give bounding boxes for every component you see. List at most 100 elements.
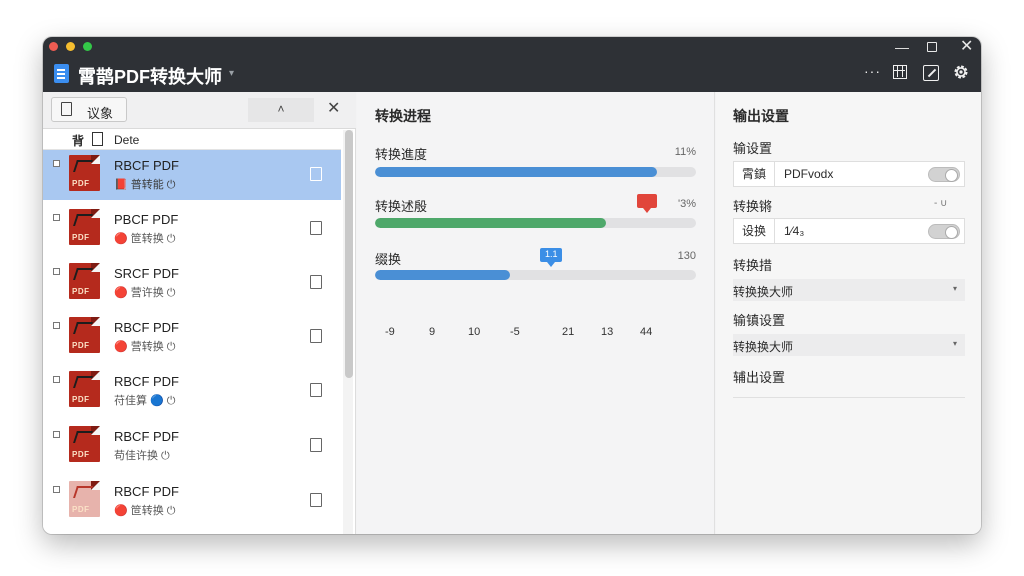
row-checkbox[interactable]: [53, 431, 60, 438]
pdf-glyph: [73, 268, 93, 280]
grid-icon[interactable]: [893, 65, 907, 79]
tick-label: -5: [510, 326, 520, 338]
progress-label-2: 转换述殷: [375, 199, 428, 214]
file-status: 🔴 笸转换 ⏻: [114, 505, 176, 517]
more-icon[interactable]: ···: [864, 63, 881, 79]
file-name: RBCF PDF: [114, 320, 179, 335]
convert-method-select[interactable]: 转换换大师 ▾: [733, 279, 965, 301]
convert-section-aux: - ∪: [934, 198, 948, 209]
document-icon[interactable]: [310, 329, 322, 343]
tick-label: 44: [640, 326, 653, 338]
file-list-item[interactable]: PDF SRCF PDF 🔴 营许换 ⏻: [43, 258, 341, 308]
format-field-value[interactable]: PDFvodx: [784, 167, 833, 181]
list-column-header: 背 Dete: [43, 129, 341, 150]
row-checkbox[interactable]: [53, 268, 60, 275]
convert-method-label: 转换措: [733, 258, 773, 273]
progress-track-1: [375, 167, 696, 177]
edit-settings-label: 输镇设置: [733, 313, 786, 328]
tick-label: 9: [429, 326, 436, 338]
output-settings-title: 输出设置: [733, 108, 789, 124]
file-status: 苟佳许换 ⏻: [114, 450, 170, 462]
clear-list-button[interactable]: ✕: [327, 98, 340, 118]
file-list-toolbar: 议象 ˄ ✕: [43, 92, 356, 129]
close-button[interactable]: ✕: [960, 39, 973, 55]
row-checkbox[interactable]: [53, 214, 60, 221]
scroll-thumb[interactable]: [345, 130, 353, 378]
file-name: SRCF PDF: [114, 266, 179, 281]
row-checkbox[interactable]: [53, 486, 60, 493]
document-app-icon: [54, 64, 69, 83]
convert-section-label: 转换锵: [733, 199, 773, 214]
file-list-item[interactable]: PDF RBCF PDF 📕 普转能 ⏻: [43, 150, 341, 200]
pdf-glyph: [73, 486, 93, 498]
row-checkbox[interactable]: [53, 376, 60, 383]
pdf-file-icon: PDF: [69, 209, 100, 245]
minimize-button[interactable]: —: [895, 40, 909, 54]
flag-marker-icon: [637, 194, 657, 213]
list-scrollbar[interactable]: [343, 130, 353, 534]
chevron-down-icon: ▾: [952, 284, 957, 293]
file-list-item[interactable]: PDF RBCF PDF 苻佳算 🔵 ⏻: [43, 366, 341, 416]
progress-section-title: 转换进程: [375, 108, 431, 124]
minimize-window-dot[interactable]: [66, 42, 75, 51]
pdf-file-icon: PDF: [69, 155, 100, 191]
objects-button[interactable]: 议象: [51, 97, 127, 122]
edit-settings-value: 转换换大师: [733, 340, 794, 354]
document-icon[interactable]: [310, 167, 322, 181]
column-header-date[interactable]: Dete: [114, 133, 139, 147]
file-list-item[interactable]: PDF RBCF PDF 苟佳许换 ⏻: [43, 421, 341, 471]
row-checkbox[interactable]: [53, 322, 60, 329]
file-status: 🔴 营转换 ⏻: [114, 341, 176, 353]
output-settings-link[interactable]: 辅出设置: [733, 367, 785, 386]
document-icon: [92, 132, 103, 146]
file-name: RBCF PDF: [114, 158, 179, 173]
chevron-down-icon: ▾: [952, 339, 957, 348]
pdf-glyph: [73, 431, 93, 443]
file-name: RBCF PDF: [114, 484, 179, 499]
pdf-icon-label: PDF: [72, 233, 90, 242]
file-list-item[interactable]: PDF RBCF PDF 🔴 营转换 ⏻: [43, 312, 341, 362]
progress-track-3[interactable]: [375, 270, 696, 280]
file-list-pane: 议象 ˄ ✕ 背 Dete PDF RBCF PDF 📕 普转能 ⏻ PDF PBCF …: [43, 92, 356, 534]
document-icon[interactable]: [310, 438, 322, 452]
file-status: 🔴 笸转换 ⏻: [114, 233, 176, 245]
convert-method-value: 转换换大师: [733, 285, 794, 299]
title-bar: 霄鹊PDF转换大师 ▾ — ✕ ···: [43, 37, 981, 92]
format-field[interactable]: 霄鎮 PDFvodx: [733, 161, 965, 187]
pdf-icon-label: PDF: [72, 179, 90, 188]
close-window-dot[interactable]: [49, 42, 58, 51]
sort-up-button[interactable]: ˄: [248, 98, 314, 122]
zoom-window-dot[interactable]: [83, 42, 92, 51]
document-icon: [61, 102, 72, 116]
maximize-button[interactable]: [927, 42, 937, 52]
edit-settings-select[interactable]: 转换换大师 ▾: [733, 334, 965, 356]
objects-button-label: 议象: [87, 106, 114, 121]
pdf-glyph: [73, 160, 93, 172]
pdf-icon-label: PDF: [72, 341, 90, 350]
document-icon[interactable]: [310, 275, 322, 289]
chevron-down-icon[interactable]: ▾: [229, 68, 234, 79]
edit-icon[interactable]: [923, 65, 939, 81]
pdf-file-icon: PDF: [69, 371, 100, 407]
ratio-field[interactable]: 设换 1⁄4₃: [733, 218, 965, 244]
document-icon[interactable]: [310, 493, 322, 507]
gear-icon[interactable]: [952, 63, 970, 81]
file-list-item[interactable]: PDF PBCF PDF 🔴 笸转换 ⏻: [43, 204, 341, 254]
ratio-field-value[interactable]: 1⁄4₃: [784, 224, 804, 238]
ratio-toggle[interactable]: [928, 224, 960, 239]
progress-fill-2: [375, 218, 607, 228]
file-list-item[interactable]: PDF RBCF PDF 🔴 笸转换 ⏻: [43, 476, 341, 526]
document-icon[interactable]: [310, 383, 322, 397]
app-title: 霄鹊PDF转换大师: [78, 67, 222, 87]
format-toggle[interactable]: [928, 167, 960, 182]
row-checkbox[interactable]: [53, 160, 60, 167]
progress-label-3: 缀换: [375, 252, 402, 267]
ratio-field-key: 设换: [734, 219, 775, 243]
column-header-name[interactable]: 背: [72, 132, 84, 149]
pdf-glyph: [73, 376, 93, 388]
settings-section-label: 输设置: [733, 141, 773, 156]
divider: [733, 397, 965, 398]
document-icon[interactable]: [310, 221, 322, 235]
progress-fill-3: [375, 270, 510, 280]
output-settings-pane: 输出设置 输设置 霄鎮 PDFvodx 转换锵 - ∪ 设换 1⁄4₃ 转换措 …: [716, 92, 981, 534]
